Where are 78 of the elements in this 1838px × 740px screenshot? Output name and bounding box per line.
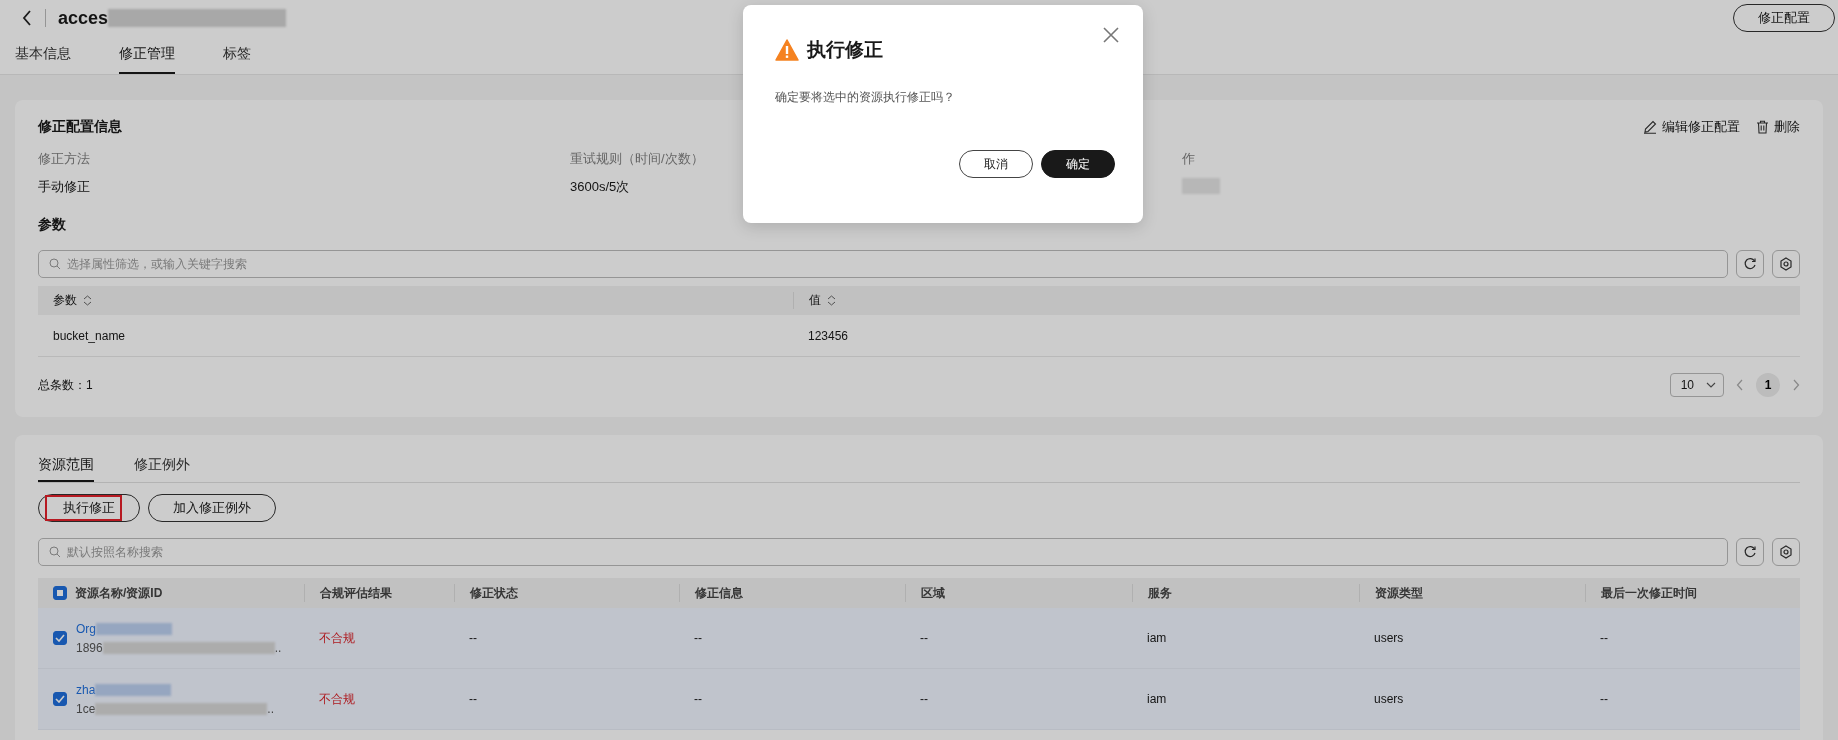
total-count: 总条数：1	[38, 376, 93, 394]
field-label: 修正方法	[38, 150, 90, 168]
action-link[interactable]: 删除	[1756, 118, 1800, 136]
tab[interactable]: 修正管理	[119, 36, 175, 74]
table-cell: --	[469, 692, 477, 706]
table-cell: --	[694, 631, 702, 645]
page-number[interactable]: 1	[1756, 373, 1780, 397]
search-icon	[49, 546, 61, 558]
column-header[interactable]: 值	[794, 286, 836, 315]
settings-icon	[1779, 257, 1793, 271]
resource-link[interactable]: Org	[76, 621, 96, 636]
refresh-button[interactable]	[1736, 538, 1764, 566]
tab[interactable]: 标签	[223, 36, 251, 74]
field-label: 作	[1182, 150, 1195, 168]
table-cell-text: bucket_name	[52, 327, 127, 345]
page-title: acces	[58, 7, 109, 29]
table-cell: iam	[1147, 631, 1167, 645]
section-title: 参数	[38, 216, 67, 234]
select-all-checkbox[interactable]	[53, 586, 67, 600]
refresh-icon	[1743, 257, 1757, 271]
table-cell: --	[1600, 631, 1608, 645]
tab[interactable]: 资源范围	[38, 449, 94, 482]
pencil-icon	[1643, 120, 1657, 134]
settings-icon	[1779, 545, 1793, 559]
action-button[interactable]: 执行修正	[38, 494, 140, 522]
table-cell-text: 123456	[807, 327, 849, 345]
field-label: 重试规则（时间/次数）	[570, 150, 704, 168]
column-header: 资源名称/资源ID	[75, 584, 163, 602]
resource-link[interactable]: zha	[76, 682, 96, 697]
column-header: 修正状态	[470, 584, 518, 602]
dialog-title: 执行修正	[807, 38, 883, 62]
ellipsis: ..	[274, 640, 282, 655]
column-header: 服务	[1148, 584, 1172, 602]
table-cell: --	[469, 631, 477, 645]
search-field[interactable]: 选择属性筛选，或输入关键字搜索	[38, 250, 1728, 278]
compliance-result: 不合规	[319, 690, 355, 708]
cancel-button[interactable]: 取消	[959, 150, 1033, 178]
column-header: 合规评估结果	[320, 584, 392, 602]
refresh-button[interactable]	[1736, 250, 1764, 278]
tab[interactable]: 修正例外	[134, 449, 190, 482]
field-value: 手动修正	[38, 178, 90, 196]
resource-id: 1896	[76, 640, 103, 655]
compliance-result: 不合规	[319, 629, 355, 647]
column-header[interactable]: 参数	[38, 292, 794, 309]
settings-button[interactable]	[1772, 538, 1800, 566]
row-checkbox[interactable]	[53, 692, 67, 706]
table-cell: --	[920, 631, 928, 645]
back-icon[interactable]	[22, 10, 32, 26]
tab[interactable]: 基本信息	[15, 36, 71, 74]
column-header: 区域	[921, 584, 945, 602]
confirm-button[interactable]: 确定	[1041, 150, 1115, 178]
table-cell: users	[1374, 692, 1404, 706]
column-header: 修正信息	[695, 584, 743, 602]
table-cell: iam	[1147, 692, 1167, 706]
search-field[interactable]: 默认按照名称搜索	[38, 538, 1728, 566]
ellipsis: ..	[267, 701, 275, 716]
resource-id: 1ce	[76, 701, 96, 716]
refresh-icon	[1743, 545, 1757, 559]
field-value: 3600s/5次	[570, 178, 630, 196]
action-button[interactable]: 加入修正例外	[148, 494, 276, 522]
warning-icon	[775, 39, 799, 61]
page-size-select[interactable]: 10	[1669, 373, 1724, 397]
fix-config-button[interactable]: 修正配置	[1733, 4, 1835, 32]
trash-icon	[1756, 120, 1769, 134]
action-link[interactable]: 编辑修正配置	[1643, 118, 1740, 136]
table-cell: --	[694, 692, 702, 706]
close-icon[interactable]	[1103, 27, 1119, 43]
section-title: 修正配置信息	[38, 118, 122, 136]
column-header: 资源类型	[1375, 584, 1423, 602]
caret-icon	[1706, 382, 1716, 388]
table-cell: --	[1600, 692, 1608, 706]
row-checkbox[interactable]	[53, 631, 67, 645]
table-cell: users	[1374, 631, 1404, 645]
column-header: 最后一次修正时间	[1601, 584, 1697, 602]
table-cell: --	[920, 692, 928, 706]
dialog-message: 确定要将选中的资源执行修正吗？	[775, 89, 956, 106]
search-icon	[49, 258, 61, 270]
settings-button[interactable]	[1772, 250, 1800, 278]
